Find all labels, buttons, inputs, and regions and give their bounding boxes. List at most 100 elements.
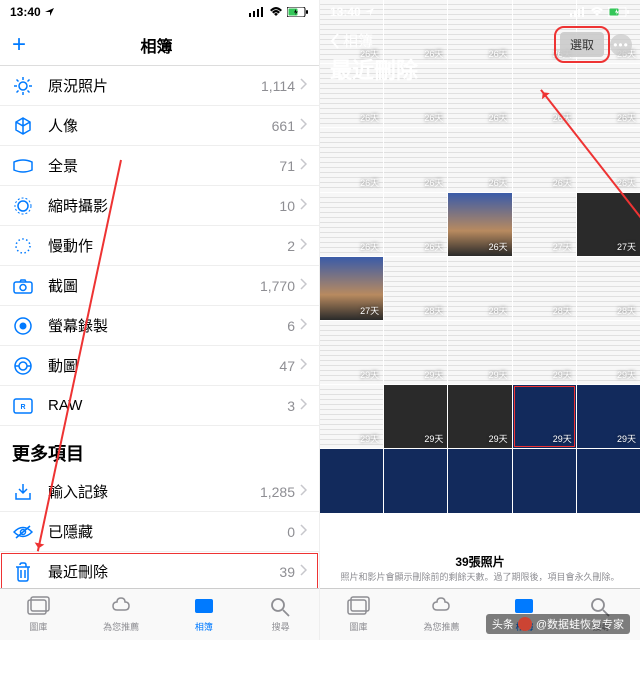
photo-thumbnail[interactable]: 29天 (320, 385, 383, 448)
days-remaining: 27天 (360, 304, 379, 317)
row-count: 47 (279, 358, 295, 374)
phone-recently-deleted: 26天26天26天26天26天26天26天26天26天26天26天26天26天2… (320, 0, 640, 640)
photo-thumbnail[interactable]: 29天 (320, 321, 383, 384)
album-row-record[interactable]: 螢幕錄製6 (0, 306, 319, 346)
photo-thumbnail[interactable]: 29天 (513, 321, 576, 384)
album-row-timelapse[interactable]: 縮時攝影10 (0, 186, 319, 226)
photo-thumbnail[interactable] (384, 449, 447, 512)
battery-icon (608, 7, 630, 17)
photo-thumbnail[interactable] (448, 449, 511, 512)
row-label: 縮時攝影 (48, 195, 279, 216)
photo-thumbnail[interactable]: 27天 (577, 193, 640, 256)
chevron-right-icon (299, 157, 307, 175)
chevron-right-icon (299, 397, 307, 415)
chevron-left-icon (330, 33, 340, 49)
days-remaining: 29天 (617, 368, 636, 381)
photo-thumbnail[interactable]: 26天 (448, 128, 511, 191)
status-time: 13:40 (10, 5, 41, 19)
album-row-gif[interactable]: 動圖47 (0, 346, 319, 386)
days-remaining: 29天 (617, 432, 636, 445)
days-remaining: 26天 (360, 111, 379, 124)
photo-thumbnail[interactable] (577, 449, 640, 512)
photo-thumbnail[interactable]: 29天 (577, 385, 640, 448)
days-remaining: 26天 (489, 240, 508, 253)
album-row-hidden[interactable]: 已隱藏0 (0, 512, 319, 552)
days-remaining: 29天 (360, 368, 379, 381)
photo-thumbnail[interactable]: 26天 (384, 193, 447, 256)
days-remaining: 26天 (424, 111, 443, 124)
album-row-cube[interactable]: 人像661 (0, 106, 319, 146)
trash-icon (12, 561, 34, 583)
album-row-raw[interactable]: RRAW3 (0, 386, 319, 426)
album-row-slowmo[interactable]: 慢動作2 (0, 226, 319, 266)
chevron-right-icon (299, 523, 307, 541)
album-row-import[interactable]: 輸入記錄1,285 (0, 472, 319, 512)
location-icon (365, 7, 375, 17)
tab-library[interactable]: 圖庫 (346, 596, 370, 633)
row-label: 最近刪除 (48, 561, 279, 582)
days-remaining: 26天 (617, 176, 636, 189)
days-remaining: 29天 (424, 368, 443, 381)
row-label: 螢幕錄製 (48, 315, 287, 336)
tab-search[interactable]: 搜尋 (269, 596, 293, 633)
album-row-spark[interactable]: 原況照片1,114 (0, 66, 319, 106)
tab-label: 為您推薦 (103, 620, 139, 633)
photo-thumbnail[interactable]: 28天 (513, 257, 576, 320)
location-icon (45, 7, 55, 17)
row-label: 慢動作 (48, 235, 287, 256)
days-remaining: 28天 (553, 304, 572, 317)
chevron-right-icon (299, 277, 307, 295)
tab-icon (192, 596, 216, 618)
photo-thumbnail[interactable]: 29天 (384, 321, 447, 384)
photo-thumbnail[interactable]: 29天 (448, 321, 511, 384)
photo-thumbnail[interactable]: 28天 (577, 257, 640, 320)
photo-thumbnail[interactable]: 26天 (320, 193, 383, 256)
tab-label: 圖庫 (349, 620, 367, 633)
days-remaining: 28天 (617, 304, 636, 317)
row-count: 1,285 (260, 484, 295, 500)
chevron-right-icon (299, 357, 307, 375)
album-row-camera[interactable]: 截圖1,770 (0, 266, 319, 306)
photo-thumbnail[interactable]: 26天 (384, 128, 447, 191)
photo-thumbnail[interactable]: 26天 (577, 128, 640, 191)
days-remaining: 26天 (360, 240, 379, 253)
tab-foryou[interactable]: 為您推薦 (103, 596, 139, 633)
photo-thumbnail[interactable]: 26天 (513, 128, 576, 191)
photo-thumbnail[interactable]: 29天 (384, 385, 447, 448)
chevron-right-icon (299, 77, 307, 95)
tab-foryou[interactable]: 為您推薦 (423, 596, 459, 633)
add-button[interactable]: + (12, 31, 26, 59)
row-label: 動圖 (48, 355, 279, 376)
photo-thumbnail[interactable] (513, 449, 576, 512)
photo-thumbnail[interactable]: 28天 (448, 257, 511, 320)
chevron-right-icon (299, 197, 307, 215)
row-label: 已隱藏 (48, 521, 287, 542)
photo-thumbnail[interactable]: 26天 (448, 193, 511, 256)
tab-library[interactable]: 圖庫 (26, 596, 50, 633)
row-label: RAW (48, 397, 287, 414)
photo-thumbnail[interactable] (320, 449, 383, 512)
gif-icon (12, 355, 34, 377)
tab-albums[interactable]: 相簿 (192, 596, 216, 633)
photo-thumbnail[interactable]: 27天 (513, 193, 576, 256)
camera-icon (12, 275, 34, 297)
nav-title: 相簿 (141, 33, 173, 57)
photo-thumbnail[interactable]: 29天 (513, 385, 576, 448)
footer-info: 39張照片 照片和影片會顯示刪除前的剩餘天數。過了期限後，項目會永久刪除。 (320, 553, 640, 584)
album-row-trash[interactable]: 最近刪除39 (0, 552, 319, 592)
signal-icon (249, 7, 265, 17)
photo-thumbnail[interactable]: 29天 (448, 385, 511, 448)
tab-label: 圖庫 (29, 620, 47, 633)
record-icon (12, 315, 34, 337)
photo-thumbnail[interactable]: 28天 (384, 257, 447, 320)
chevron-right-icon (299, 117, 307, 135)
photo-thumbnail[interactable]: 29天 (577, 321, 640, 384)
wifi-icon (269, 7, 283, 17)
pano-icon (12, 155, 34, 177)
row-count: 2 (287, 238, 295, 254)
battery-icon (287, 7, 309, 17)
back-button[interactable]: 相簿 (330, 30, 630, 51)
photo-thumbnail[interactable]: 26天 (320, 128, 383, 191)
photo-thumbnail[interactable]: 27天 (320, 257, 383, 320)
album-row-pano[interactable]: 全景71 (0, 146, 319, 186)
